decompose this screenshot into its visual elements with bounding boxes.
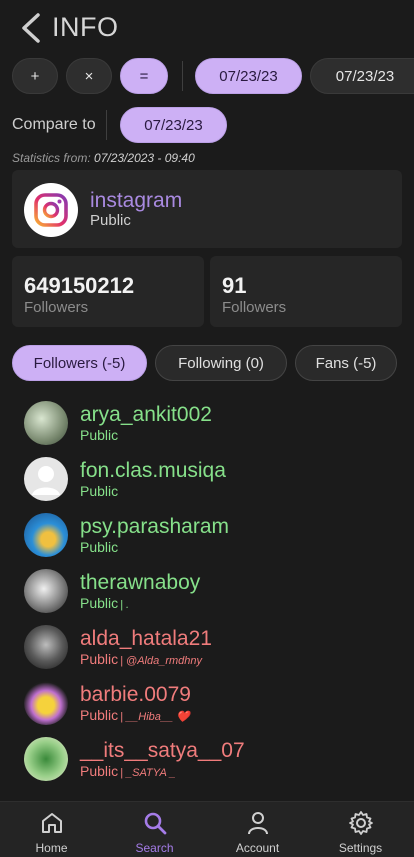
profile-name: instagram [90,189,183,212]
equals-button[interactable]: = [120,58,168,94]
tab-fans[interactable]: Fans (-5) [295,345,397,381]
compare-label: Compare to [12,116,96,133]
status-text: Public [80,651,119,667]
list-item[interactable]: arya_ankit002 Public [0,395,414,451]
user-status: Public [80,427,118,443]
gear-icon [348,811,373,835]
list-item[interactable]: fon.clas.musiqa Public [0,451,414,507]
username: psy.parasharam [80,515,230,538]
nav-account-label: Account [235,841,280,855]
user-status: Public [80,539,118,555]
list-item[interactable]: therawnaboy Public | . [0,563,414,619]
home-icon [41,813,62,833]
status-text: Public [80,707,119,723]
search-icon [144,812,166,835]
nav-search-label: Search [135,841,174,855]
username: __its__satya__07 [80,739,245,762]
status-text: Public [80,595,119,611]
followers-count-value: 649150212 [24,273,135,298]
list-item[interactable]: barbie.0079 Public | __Hiba__ ❤️ [0,675,414,731]
user-status: Public | __Hiba__ ❤️ [80,707,190,723]
username: fon.clas.musiqa [80,459,226,482]
profile-status: Public [90,212,131,229]
page-title: INFO [52,12,119,42]
username: alda_hatala21 [80,627,212,650]
status-text: Public [80,483,119,499]
nav-home-label: Home [35,841,68,855]
avatar [24,401,68,445]
username: barbie.0079 [80,683,191,706]
user-status: Public [80,483,118,499]
date-chip-selected[interactable]: 07/23/23 [195,58,302,94]
times-button[interactable]: × [66,58,112,94]
plus-button[interactable]: + [12,58,58,94]
status-text: Public [80,763,119,779]
bottom-nav: Home Search Account Settings [0,801,414,857]
nav-home[interactable]: Home [0,802,103,857]
person-icon [247,812,268,835]
followers-count-label: Followers [24,299,89,316]
instagram-logo-icon [24,183,78,237]
compare-date-chip[interactable]: 07/23/23 [120,107,227,143]
list-item[interactable]: __its__satya__07 Public | _SATYA _ [0,731,414,787]
date-chip[interactable]: 07/23/23 [310,58,414,94]
nav-search[interactable]: Search [103,802,206,857]
nav-settings[interactable]: Settings [309,802,412,857]
back-chevron-icon[interactable] [18,12,44,44]
statistics-value: 07/23/2023 - 09:40 [94,151,195,165]
statistics-label: Statistics from: [12,151,91,165]
user-bio: | @Alda_rmdhny [120,655,203,667]
nav-account[interactable]: Account [206,802,309,857]
list-item[interactable]: psy.parasharam Public [0,507,414,563]
user-status: Public | _SATYA _ [80,763,176,779]
statistics-timestamp: Statistics from: 07/23/2023 - 09:40 [12,151,195,165]
avatar [24,681,68,725]
avatar [24,513,68,557]
compare-divider [106,110,107,140]
username: arya_ankit002 [80,403,212,426]
user-status: Public | . [80,595,129,611]
status-text: Public [80,539,119,555]
status-text: Public [80,427,119,443]
followers-delta-label: Followers [222,299,287,316]
tab-followers[interactable]: Followers (-5) [12,345,147,381]
user-bio: | . [120,599,130,611]
avatar [24,625,68,669]
toolbar-divider [182,61,183,91]
avatar [24,737,68,781]
nav-settings-label: Settings [338,841,383,855]
followers-delta-value: 91 [222,273,247,298]
header: INFO [0,0,414,56]
tab-following[interactable]: Following (0) [155,345,287,381]
list-item[interactable]: alda_hatala21 Public | @Alda_rmdhny [0,619,414,675]
avatar-placeholder [24,457,68,501]
avatar [24,569,68,613]
user-bio: | __Hiba__ ❤️ [120,711,190,723]
user-status: Public | @Alda_rmdhny [80,651,202,667]
username: therawnaboy [80,571,201,594]
user-bio: | _SATYA _ [120,767,176,779]
